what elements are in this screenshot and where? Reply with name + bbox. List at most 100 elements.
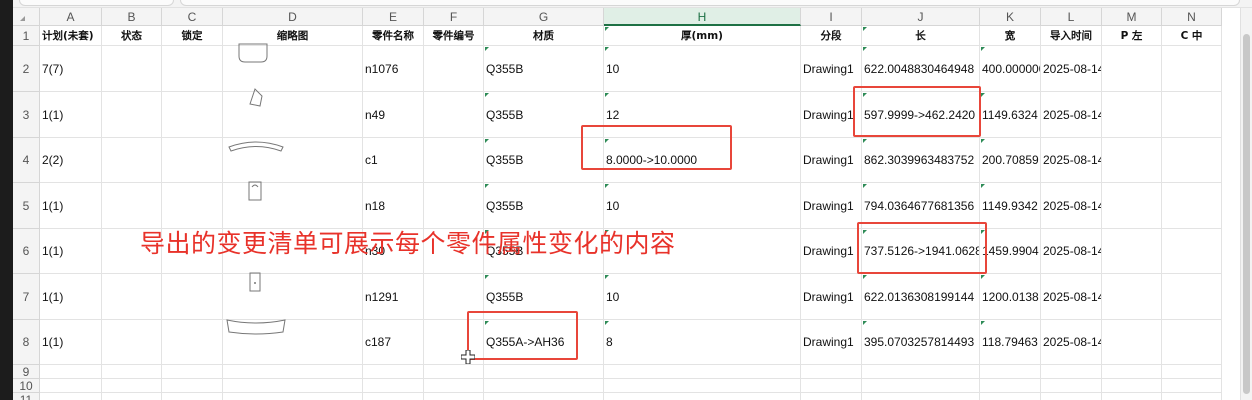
cell-l11[interactable] xyxy=(1041,393,1102,400)
select-all-corner[interactable] xyxy=(13,8,40,26)
cell-a7[interactable]: 1(1) xyxy=(40,274,102,320)
cell-m4[interactable] xyxy=(1102,138,1162,183)
cell-b7[interactable] xyxy=(102,274,162,320)
cell-d2[interactable] xyxy=(223,46,363,92)
cell-l7[interactable]: 2025-08-14 xyxy=(1041,274,1102,320)
cell-e11[interactable] xyxy=(363,393,424,400)
cell-j2[interactable]: 622.0048830464948 xyxy=(862,46,980,92)
cell-k7[interactable]: 1200.0138 xyxy=(980,274,1041,320)
cell-l10[interactable] xyxy=(1041,379,1102,393)
cell-n11[interactable] xyxy=(1162,393,1222,400)
cell-h3[interactable]: 12 xyxy=(604,92,801,138)
column-header-a[interactable]: A xyxy=(40,8,102,26)
cell-c2[interactable] xyxy=(162,46,223,92)
cell-h8[interactable]: 8 xyxy=(604,320,801,365)
header-cell-c[interactable]: 锁定 xyxy=(162,26,223,46)
header-cell-a[interactable]: 计划(未套) xyxy=(40,26,102,46)
header-cell-n[interactable]: C 中 xyxy=(1162,26,1222,46)
cell-m9[interactable] xyxy=(1102,365,1162,379)
cell-n2[interactable] xyxy=(1162,46,1222,92)
cell-l5[interactable]: 2025-08-14 xyxy=(1041,183,1102,229)
cell-c10[interactable] xyxy=(162,379,223,393)
cell-i8[interactable]: Drawing1 xyxy=(801,320,862,365)
cell-b9[interactable] xyxy=(102,365,162,379)
cell-i5[interactable]: Drawing1 xyxy=(801,183,862,229)
cell-n4[interactable] xyxy=(1162,138,1222,183)
row-header-2[interactable]: 2 xyxy=(13,46,40,92)
cell-c7[interactable] xyxy=(162,274,223,320)
cell-k4[interactable]: 200.70859 xyxy=(980,138,1041,183)
cell-e8[interactable]: c187 xyxy=(363,320,424,365)
cell-m11[interactable] xyxy=(1102,393,1162,400)
header-cell-f[interactable]: 零件编号 xyxy=(424,26,484,46)
cell-f11[interactable] xyxy=(424,393,484,400)
cell-a10[interactable] xyxy=(40,379,102,393)
row-header-1[interactable]: 1 xyxy=(13,26,40,46)
cell-e3[interactable]: n49 xyxy=(363,92,424,138)
row-header-4[interactable]: 4 xyxy=(13,138,40,183)
cell-f10[interactable] xyxy=(424,379,484,393)
cell-i3[interactable]: Drawing1 xyxy=(801,92,862,138)
cell-f3[interactable] xyxy=(424,92,484,138)
cell-f5[interactable] xyxy=(424,183,484,229)
cell-f4[interactable] xyxy=(424,138,484,183)
cell-h2[interactable]: 10 xyxy=(604,46,801,92)
cell-b5[interactable] xyxy=(102,183,162,229)
cell-m3[interactable] xyxy=(1102,92,1162,138)
header-cell-b[interactable]: 状态 xyxy=(102,26,162,46)
cell-j4[interactable]: 862.3039963483752 xyxy=(862,138,980,183)
row-header-8[interactable]: 8 xyxy=(13,320,40,365)
header-cell-g[interactable]: 材质 xyxy=(484,26,604,46)
cell-g7[interactable]: Q355B xyxy=(484,274,604,320)
cell-l2[interactable]: 2025-08-14 xyxy=(1041,46,1102,92)
cell-a5[interactable]: 1(1) xyxy=(40,183,102,229)
cell-a9[interactable] xyxy=(40,365,102,379)
cell-l6[interactable]: 2025-08-14 xyxy=(1041,229,1102,274)
cell-h10[interactable] xyxy=(604,379,801,393)
cell-g3[interactable]: Q355B xyxy=(484,92,604,138)
cell-f9[interactable] xyxy=(424,365,484,379)
cell-d10[interactable] xyxy=(223,379,363,393)
cell-c4[interactable] xyxy=(162,138,223,183)
cell-g4[interactable]: Q355B xyxy=(484,138,604,183)
header-cell-e[interactable]: 零件名称 xyxy=(363,26,424,46)
cell-a6[interactable]: 1(1) xyxy=(40,229,102,274)
cell-d8[interactable] xyxy=(223,320,363,365)
cell-n5[interactable] xyxy=(1162,183,1222,229)
cell-b8[interactable] xyxy=(102,320,162,365)
row-header-7[interactable]: 7 xyxy=(13,274,40,320)
column-header-b[interactable]: B xyxy=(102,8,162,26)
column-header-d[interactable]: D xyxy=(223,8,363,26)
cell-j11[interactable] xyxy=(862,393,980,400)
cell-a3[interactable]: 1(1) xyxy=(40,92,102,138)
cell-d11[interactable] xyxy=(223,393,363,400)
cell-m8[interactable] xyxy=(1102,320,1162,365)
cell-j7[interactable]: 622.0136308199144 xyxy=(862,274,980,320)
cell-a8[interactable]: 1(1) xyxy=(40,320,102,365)
cell-m2[interactable] xyxy=(1102,46,1162,92)
cell-b3[interactable] xyxy=(102,92,162,138)
cell-d4[interactable] xyxy=(223,138,363,183)
cell-c8[interactable] xyxy=(162,320,223,365)
scrollbar-thumb[interactable] xyxy=(1243,34,1250,394)
cell-i7[interactable]: Drawing1 xyxy=(801,274,862,320)
cell-m5[interactable] xyxy=(1102,183,1162,229)
cell-b4[interactable] xyxy=(102,138,162,183)
cell-d7[interactable] xyxy=(223,274,363,320)
row-header-10[interactable]: 10 xyxy=(13,379,40,393)
cell-k8[interactable]: 118.79463 xyxy=(980,320,1041,365)
cell-c9[interactable] xyxy=(162,365,223,379)
row-header-6[interactable]: 6 xyxy=(13,229,40,274)
cell-e4[interactable]: c1 xyxy=(363,138,424,183)
cell-d5[interactable] xyxy=(223,183,363,229)
row-header-5[interactable]: 5 xyxy=(13,183,40,229)
cell-g5[interactable]: Q355B xyxy=(484,183,604,229)
cell-n9[interactable] xyxy=(1162,365,1222,379)
cell-i6[interactable]: Drawing1 xyxy=(801,229,862,274)
cell-g9[interactable] xyxy=(484,365,604,379)
cell-g8[interactable]: Q355A->AH36 xyxy=(484,320,604,365)
column-header-h[interactable]: H xyxy=(604,8,801,26)
vertical-scrollbar[interactable] xyxy=(1240,8,1252,400)
cell-l4[interactable]: 2025-08-14 xyxy=(1041,138,1102,183)
cell-l8[interactable]: 2025-08-14 xyxy=(1041,320,1102,365)
